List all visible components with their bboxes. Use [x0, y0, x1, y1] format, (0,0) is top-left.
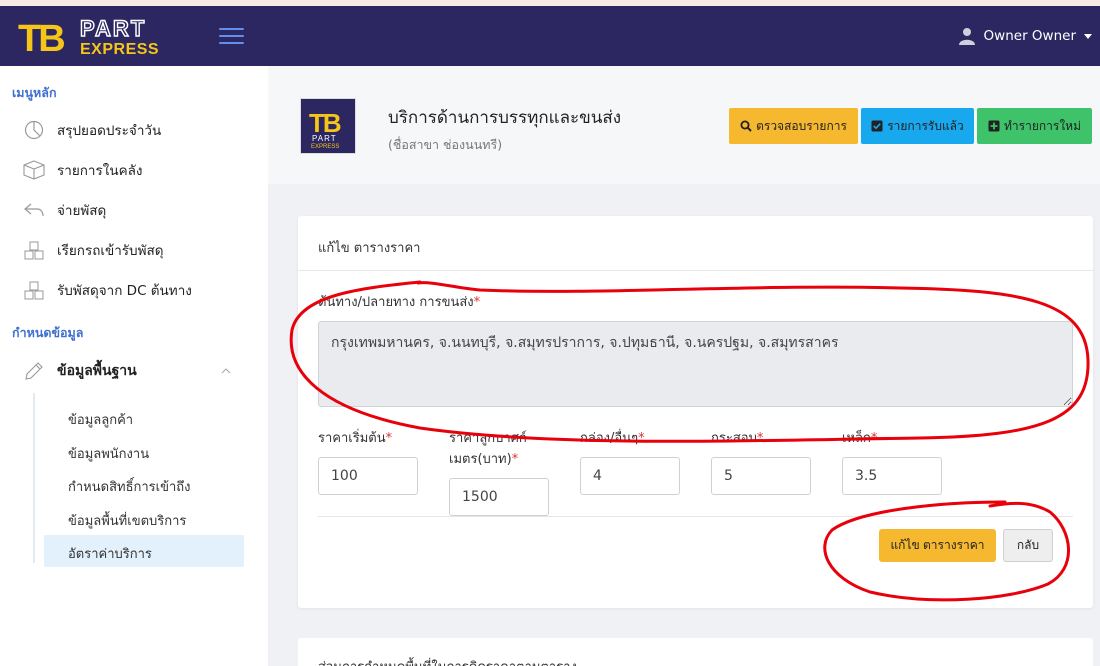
box-other-input[interactable] [580, 457, 680, 495]
user-menu[interactable]: Owner Owner [958, 24, 1092, 48]
back-button[interactable]: กลับ [1003, 529, 1053, 562]
sack-input[interactable] [711, 457, 811, 495]
sidebar-item-label: สรุปยอดประจำวัน [57, 123, 162, 139]
area-pricing-card: ส่วนการกำหนดพื้นที่ในการคิดราคาตามตาราง [298, 638, 1093, 666]
sidebar-item-label: เรียกรถเข้ารับพัสดุ [57, 243, 164, 259]
pie-chart-icon [22, 119, 46, 141]
field-label-start-price: ราคาเริ่มต้น* [318, 431, 393, 446]
sidebar-group-label: ข้อมูลพื้นฐาน [57, 363, 137, 379]
card-title: ส่วนการกำหนดพื้นที่ในการคิดราคาตามตาราง [318, 656, 577, 666]
field-label-cubic-meter-price: ราคาลูกบาศก์ เมตร(บาท)* [449, 431, 527, 467]
cubic-meter-price-input[interactable] [449, 478, 549, 516]
brand-logo[interactable]: TB PART EXPRESS [18, 15, 183, 60]
field-label-steel: เหล็ก* [842, 431, 878, 446]
divider [318, 516, 1073, 517]
sidebar-item-label: รับพัสดุจาก DC ต้นทาง [57, 283, 192, 299]
search-icon [740, 120, 752, 132]
svg-text:TB: TB [18, 18, 64, 57]
divider [298, 270, 1093, 271]
svg-text:EXPRESS: EXPRESS [311, 144, 339, 150]
edit-price-table-card: แก้ไข ตารางราคา ต้นทาง/ปลายทาง การขนส่ง*… [298, 216, 1093, 608]
top-navbar: TB PART EXPRESS Owner Owner [0, 6, 1100, 66]
field-label-sack: กระสอบ* [711, 431, 764, 446]
button-label: ตรวจสอบรายการ [756, 118, 847, 133]
plus-square-icon [988, 120, 1000, 132]
route-textarea[interactable]: กรุงเทพมหานคร, จ.นนทบุรี, จ.สมุทรปราการ,… [318, 321, 1073, 407]
reply-arrow-icon [22, 199, 46, 221]
box-icon [22, 159, 46, 181]
sidebar-item-label: จ่ายพัสดุ [57, 203, 107, 219]
button-label: ทำรายการใหม่ [1004, 118, 1081, 133]
sidebar-section-settings: กำหนดข้อมูล [12, 325, 84, 340]
svg-text:PART: PART [312, 134, 337, 143]
page-subtitle: (ชื่อสาขา ช่องนนทรี) [388, 137, 503, 152]
pencil-icon [22, 360, 46, 382]
sidebar-item-daily-summary[interactable]: สรุปยอดประจำวัน [22, 117, 161, 143]
button-label: รายการรับแล้ว [887, 118, 964, 133]
save-price-table-button[interactable]: แก้ไข ตารางราคา [879, 529, 996, 562]
new-entry-button[interactable]: ทำรายการใหม่ [977, 108, 1092, 144]
field-label-box-other: กล่อง/อื่นๆ* [580, 431, 645, 446]
sidebar-item-inventory[interactable]: รายการในคลัง [22, 157, 142, 183]
boxes-icon [22, 239, 46, 261]
sidebar: เมนูหลัก สรุปยอดประจำวัน รายการในคลัง จ่… [0, 66, 268, 666]
submenu-item-access-rights[interactable]: กำหนดสิทธิ์การเข้าถึง [68, 476, 191, 497]
sidebar-group-basic-data[interactable]: ข้อมูลพื้นฐาน [22, 358, 244, 384]
submenu-item-service-rates[interactable]: อัตราค่าบริการ [68, 543, 152, 564]
start-price-input[interactable] [318, 457, 418, 495]
submenu-item-service-area[interactable]: ข้อมูลพื้นที่เขตบริการ [68, 510, 186, 531]
sidebar-item-label: รายการในคลัง [57, 163, 143, 179]
submenu-item-employees[interactable]: ข้อมูลพนักงาน [68, 443, 149, 464]
check-list-button[interactable]: ตรวจสอบรายการ [729, 108, 858, 144]
submenu-line [33, 393, 35, 563]
sidebar-item-receive-dc[interactable]: รับพัสดุจาก DC ต้นทาง [22, 277, 192, 303]
checkbox-icon [871, 120, 883, 132]
steel-input[interactable] [842, 457, 942, 495]
user-name: Owner Owner [983, 28, 1076, 44]
received-list-button[interactable]: รายการรับแล้ว [861, 108, 974, 144]
card-title: แก้ไข ตารางราคา [318, 241, 421, 256]
sidebar-item-dispatch[interactable]: จ่ายพัสดุ [22, 197, 106, 223]
svg-text:PART: PART [80, 16, 146, 41]
user-icon [958, 28, 975, 45]
sidebar-section-main: เมนูหลัก [12, 85, 57, 100]
svg-text:EXPRESS: EXPRESS [80, 41, 159, 57]
page-header: TB PART EXPRESS บริการด้านการบรรทุกและขน… [268, 66, 1100, 184]
sidebar-item-pickup[interactable]: เรียกรถเข้ารับพัสดุ [22, 237, 164, 263]
hamburger-menu-icon[interactable] [219, 26, 244, 46]
route-label: ต้นทาง/ปลายทาง การขนส่ง* [318, 295, 481, 310]
company-logo: TB PART EXPRESS [300, 98, 356, 154]
submenu-item-customers[interactable]: ข้อมูลลูกค้า [68, 409, 133, 430]
page-title: บริการด้านการบรรทุกและขนส่ง [388, 108, 622, 128]
chevron-up-icon [221, 368, 231, 374]
chevron-down-icon [1084, 33, 1092, 39]
boxes-icon [22, 279, 46, 301]
